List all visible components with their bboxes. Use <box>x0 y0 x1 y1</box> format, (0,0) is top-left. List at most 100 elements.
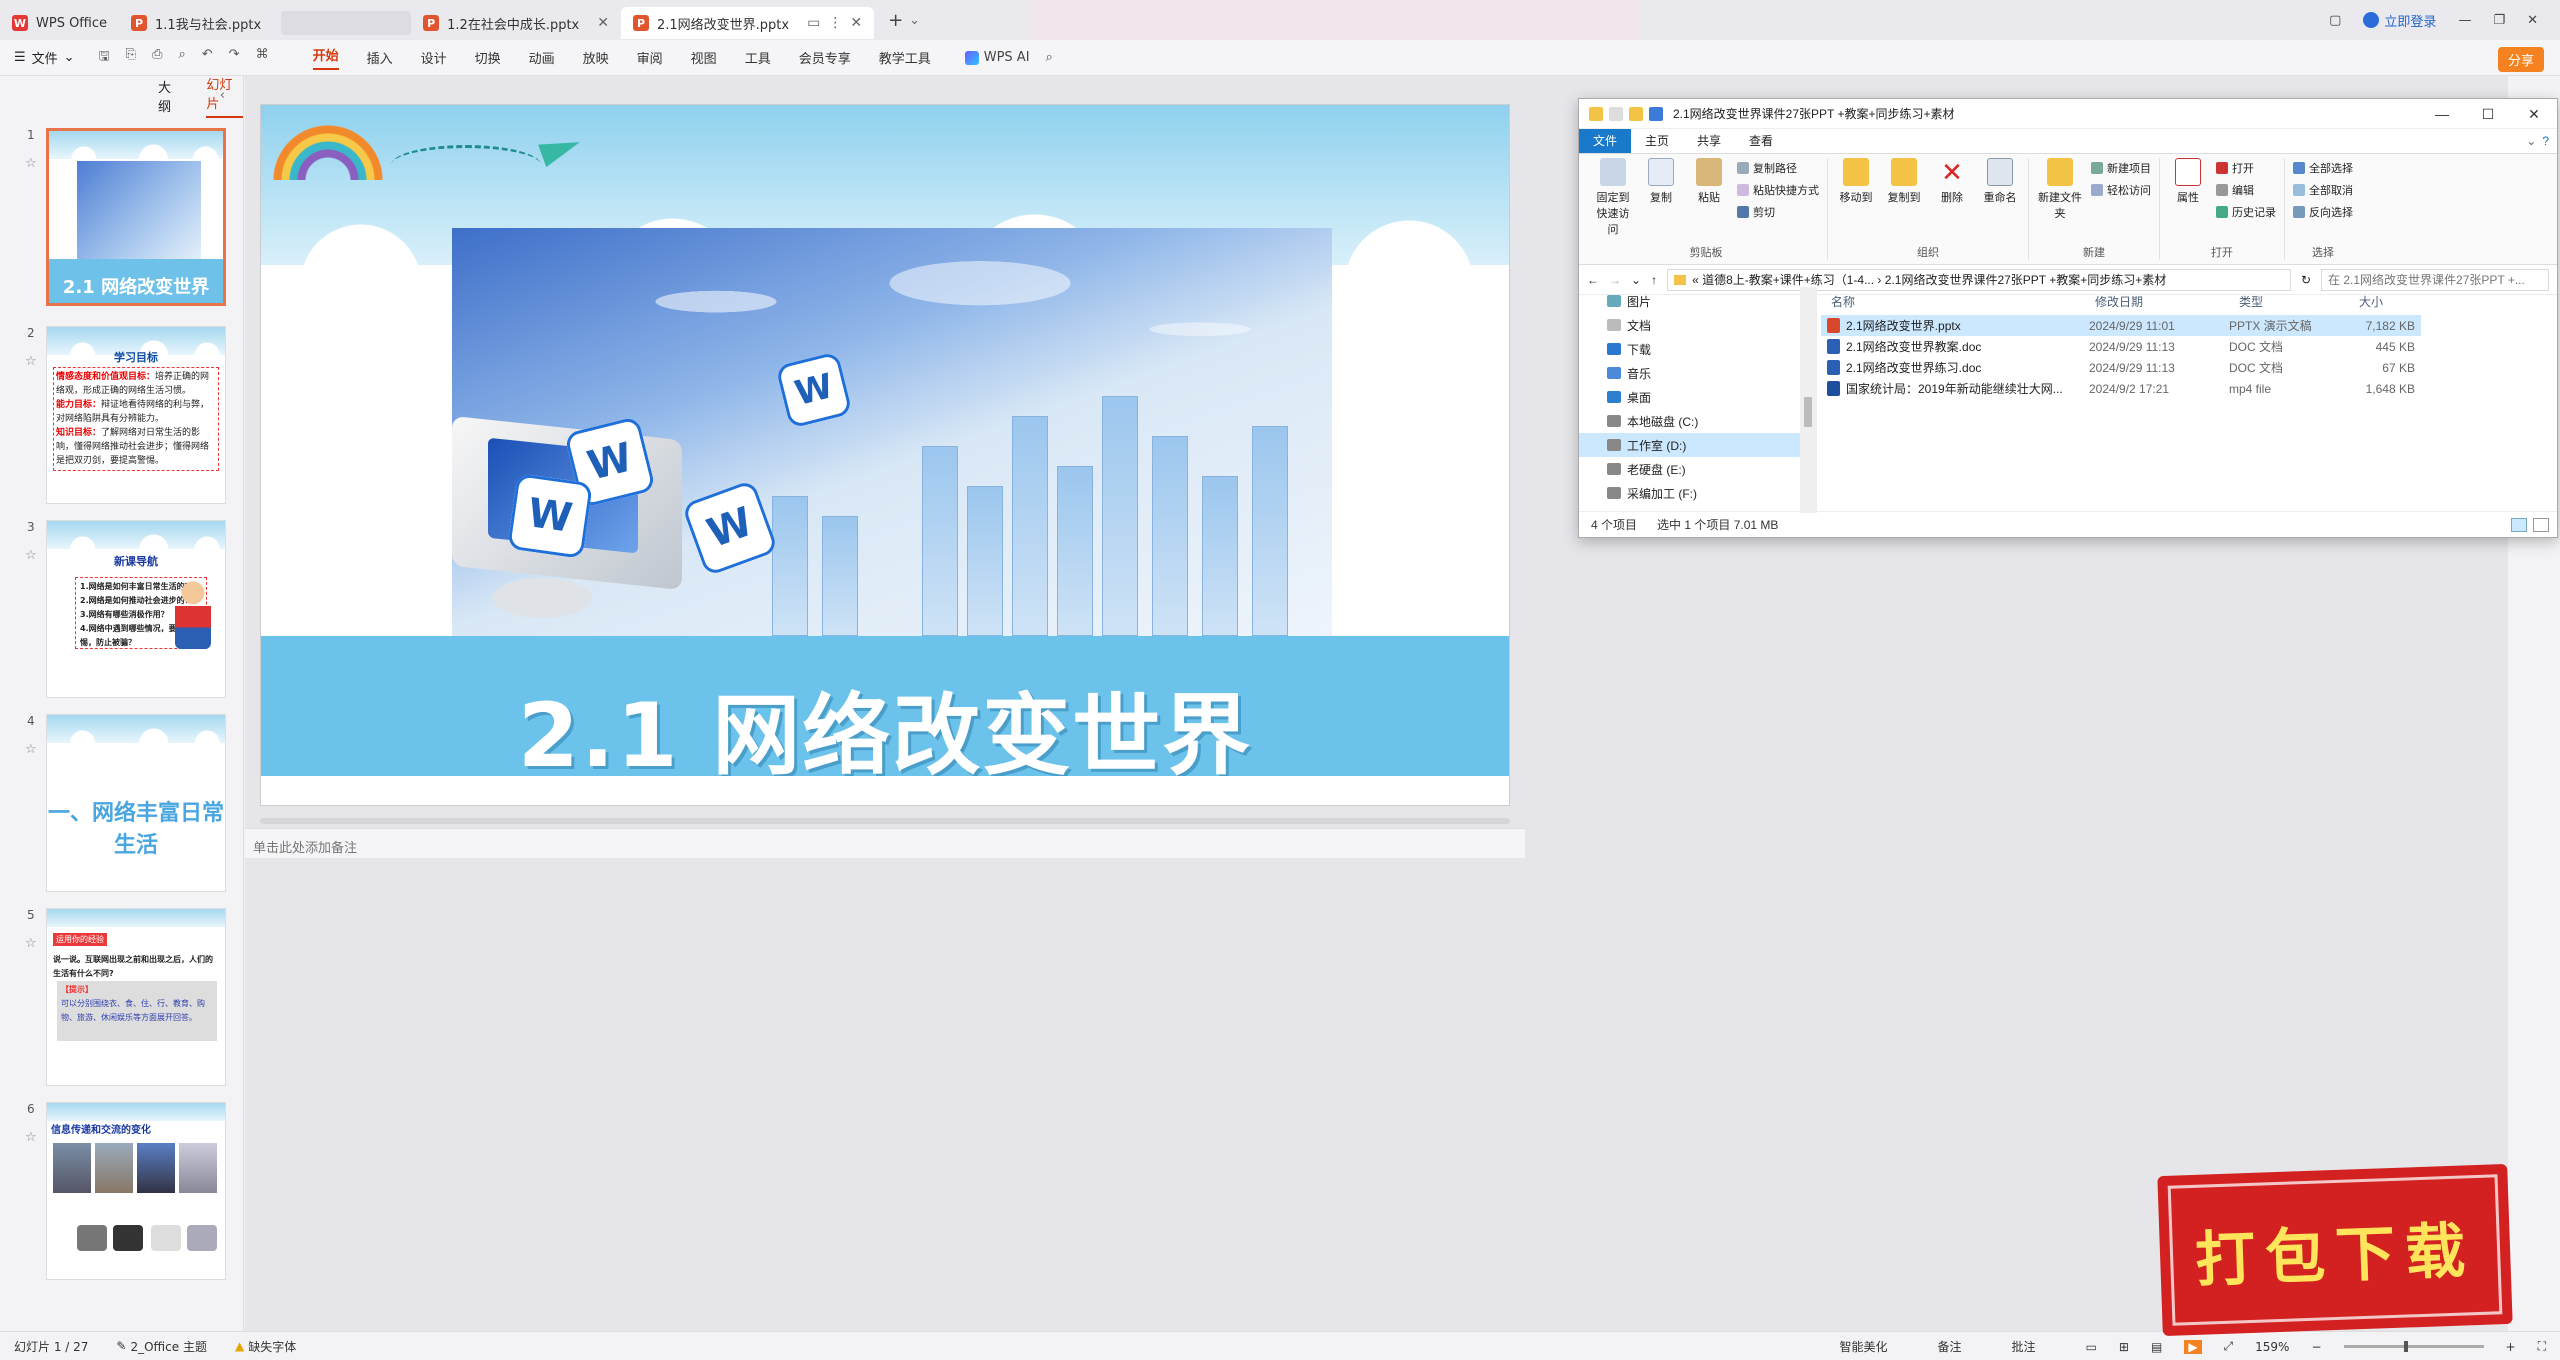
tab-animation[interactable]: 动画 <box>529 48 555 67</box>
undo-icon[interactable]: ↶ <box>202 47 213 69</box>
redo-icon[interactable]: ↷ <box>229 47 240 69</box>
copy-path-button[interactable]: 复制路径 <box>1737 158 1819 178</box>
back-arrow-icon[interactable]: ← <box>1587 273 1599 287</box>
tab-home[interactable]: 主页 <box>1631 129 1683 153</box>
zoom-out-icon[interactable]: − <box>2311 1340 2321 1354</box>
easy-access-button[interactable]: 轻松访问 <box>2091 180 2151 200</box>
wps-ai-button[interactable]: WPS AI <box>964 50 1030 65</box>
monitor-icon[interactable]: ▭ <box>807 15 820 31</box>
slide-thumb-row[interactable]: 5 ☆ 运用你的经验 说一说。互联网出现之前和出现之后，人们的生活有什么不同? … <box>0 908 244 1086</box>
slide-thumb-row[interactable]: 4 ☆ 一、网络丰富日常生活 <box>0 714 244 892</box>
zoom-in-icon[interactable]: + <box>2506 1340 2516 1354</box>
undo-icon[interactable] <box>1649 106 1663 121</box>
tab-document-3-active[interactable]: P 2.1网络改变世界.pptx ▭ ⋮ ✕ <box>620 7 875 39</box>
copy-button[interactable]: 复制 <box>1641 158 1681 244</box>
print-icon[interactable]: ⎙ <box>152 47 162 69</box>
nav-item-pictures[interactable]: 图片 <box>1579 289 1816 313</box>
star-icon[interactable]: ☆ <box>25 354 37 369</box>
nav-item-drive-f[interactable]: 采编加工 (F:) <box>1579 481 1816 505</box>
refresh-icon[interactable]: ↻ <box>2301 273 2311 287</box>
file-menu-button[interactable]: ☰ 文件 ⌄ <box>14 48 75 67</box>
nav-item-drive-c[interactable]: 本地磁盘 (C:) <box>1579 409 1816 433</box>
tab-outline[interactable]: 大纲 <box>158 77 182 115</box>
tab-slideshow[interactable]: 放映 <box>583 48 609 67</box>
minimize-icon[interactable]: — <box>2419 99 2465 129</box>
star-icon[interactable]: ☆ <box>25 548 37 563</box>
window-mode-icon[interactable]: ▢ <box>2329 13 2341 28</box>
fit-slide-icon[interactable]: ⛶ <box>2538 1339 2546 1354</box>
cut-button[interactable]: 剪切 <box>1737 202 1819 222</box>
properties-icon[interactable] <box>1609 106 1623 121</box>
select-all-button[interactable]: 全部选择 <box>2293 158 2353 178</box>
close-icon[interactable]: ✕ <box>2511 99 2557 129</box>
chevron-down-icon[interactable]: ⌄ <box>909 13 920 28</box>
nav-item-drive-d[interactable]: 工作室 (D:) <box>1579 433 1816 457</box>
chevron-down-icon[interactable]: ⌄ <box>1631 273 1641 287</box>
forward-arrow-icon[interactable]: → <box>1609 273 1621 287</box>
nav-item-music[interactable]: 音乐 <box>1579 361 1816 385</box>
comment-button[interactable]: 批注 <box>2012 1338 2036 1355</box>
smart-beautify-button[interactable]: 智能美化 <box>1840 1338 1888 1355</box>
large-icons-view-icon[interactable] <box>2533 517 2549 532</box>
star-icon[interactable]: ☆ <box>25 1130 37 1145</box>
new-item-button[interactable]: 新建项目 <box>2091 158 2151 178</box>
tab-review[interactable]: 审阅 <box>637 48 663 67</box>
zoom-level[interactable]: 159% <box>2255 1340 2289 1354</box>
pin-icon[interactable]: ⋮ <box>828 15 842 31</box>
copy-to-button[interactable]: 复制到 <box>1884 158 1924 244</box>
details-view-icon[interactable] <box>2511 517 2527 532</box>
slide-thumbnail[interactable]: 运用你的经验 说一说。互联网出现之前和出现之后，人们的生活有什么不同? 【提示】… <box>46 908 226 1086</box>
edit-button[interactable]: 编辑 <box>2216 180 2276 200</box>
column-date[interactable]: 修改日期 <box>2081 287 2225 315</box>
paste-shortcut-button[interactable]: 粘贴快捷方式 <box>1737 180 1819 200</box>
invert-selection-button[interactable]: 反向选择 <box>2293 202 2353 222</box>
slide-thumbnail[interactable]: 信息传递和交流的变化 <box>46 1102 226 1280</box>
slide-thumbnail[interactable]: 新课导航 1.网络是如何丰富日常生活的？ 2.网络是如何推动社会进步的？ 3.网… <box>46 520 226 698</box>
new-folder-button[interactable]: 新建文件夹 <box>2037 158 2083 244</box>
nav-item-desktop[interactable]: 桌面 <box>1579 385 1816 409</box>
slide-thumb-row[interactable]: 3 ☆ 新课导航 1.网络是如何丰富日常生活的？ 2.网络是如何推动社会进步的？… <box>0 520 244 698</box>
column-type[interactable]: 类型 <box>2225 287 2345 315</box>
tab-insert[interactable]: 插入 <box>367 48 393 67</box>
slide-title[interactable]: 2.1 网络改变世界 <box>261 665 1509 792</box>
nav-item-drive-e[interactable]: 老硬盘 (E:) <box>1579 457 1816 481</box>
file-row[interactable]: 2.1网络改变世界练习.doc 2024/9/29 11:13 DOC 文档 6… <box>1821 357 2421 378</box>
column-name[interactable]: 名称 <box>1817 287 2081 315</box>
tab-start[interactable]: 开始 <box>312 45 339 70</box>
slide-thumbnail[interactable]: 一、网络丰富日常生活 <box>46 714 226 892</box>
search-icon[interactable]: ⌕ <box>1046 50 1053 65</box>
tab-wps-office[interactable]: W WPS Office <box>0 7 119 39</box>
slide-thumb-row[interactable]: 2 ☆ 学习目标 情感态度和价值观目标：培养正确的网络观，形成正确的网络生活习惯… <box>0 326 244 504</box>
format-painter-icon[interactable]: ⌘ <box>256 47 269 69</box>
tab-placeholder[interactable] <box>281 11 412 35</box>
paste-button[interactable]: 粘贴 <box>1689 158 1729 244</box>
export-pdf-icon[interactable]: ⎘ <box>126 47 136 69</box>
tab-view[interactable]: 查看 <box>1735 129 1787 153</box>
slide-thumb-row[interactable]: 1 ☆ 2.1 网络改变世界 <box>0 128 244 306</box>
collapse-panel-icon[interactable]: ‹ <box>220 88 225 103</box>
rename-button[interactable]: 重命名 <box>1980 158 2020 244</box>
star-icon[interactable]: ☆ <box>25 742 37 757</box>
file-row[interactable]: 国家统计局：2019年新动能继续壮大网... 2024/9/2 17:21 mp… <box>1821 378 2421 399</box>
restore-icon[interactable]: ❐ <box>2493 13 2505 28</box>
history-button[interactable]: 历史记录 <box>2216 202 2276 222</box>
sorter-view-icon[interactable]: ⊞ <box>2119 1340 2129 1354</box>
maximize-icon[interactable]: ☐ <box>2465 99 2511 129</box>
close-icon[interactable]: ✕ <box>597 15 609 31</box>
tab-view[interactable]: 视图 <box>691 48 717 67</box>
print-preview-icon[interactable]: ⌕ <box>178 47 185 69</box>
tab-file[interactable]: 文件 <box>1579 129 1632 153</box>
tab-document-2[interactable]: P 1.2在社会中成长.pptx ✕ <box>411 7 621 39</box>
chevron-down-icon[interactable]: ⌄ <box>2526 134 2542 148</box>
tab-transition[interactable]: 切换 <box>475 48 501 67</box>
download-stamp-banner[interactable]: 打包下载 <box>2157 1163 2513 1337</box>
share-button[interactable]: 分享 <box>2497 47 2544 72</box>
nav-item-documents[interactable]: 文档 <box>1579 313 1816 337</box>
slide-thumbnail[interactable]: 学习目标 情感态度和价值观目标：培养正确的网络观，形成正确的网络生活习惯。 能力… <box>46 326 226 504</box>
tab-share[interactable]: 共享 <box>1683 129 1735 153</box>
select-none-button[interactable]: 全部取消 <box>2293 180 2353 200</box>
column-size[interactable]: 大小 <box>2345 287 2419 315</box>
login-button[interactable]: 立即登录 <box>2363 11 2436 30</box>
help-icon[interactable]: ? <box>2542 134 2557 148</box>
delete-button[interactable]: ✕ 删除 <box>1932 158 1972 244</box>
